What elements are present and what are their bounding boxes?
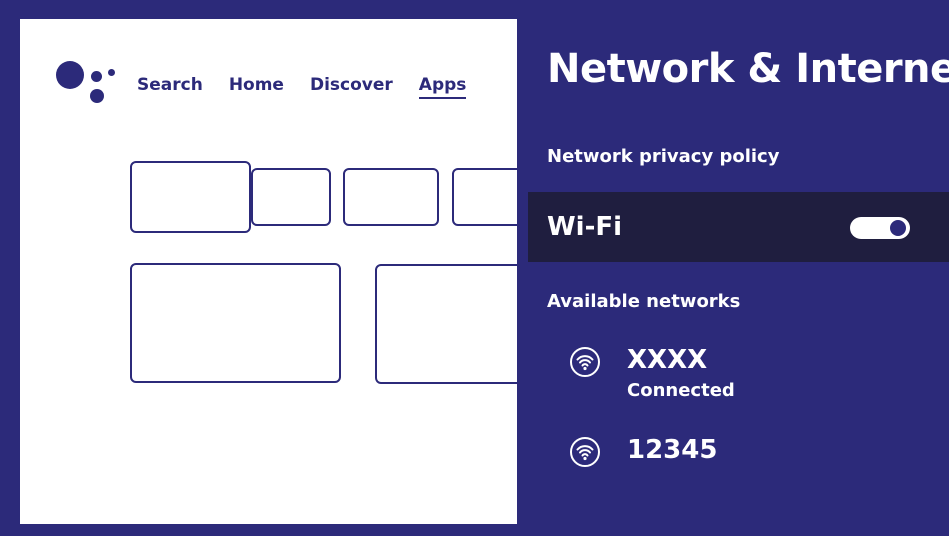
network-item[interactable]: XXXX Connected bbox=[569, 346, 869, 406]
wifi-icon bbox=[570, 437, 600, 467]
settings-panel: Network & Internet Network privacy polic… bbox=[517, 0, 949, 536]
content-tile[interactable] bbox=[343, 168, 439, 226]
nav-home[interactable]: Home bbox=[229, 75, 284, 99]
toggle-knob bbox=[890, 220, 906, 236]
content-tile[interactable] bbox=[452, 168, 517, 226]
network-name: 12345 bbox=[627, 435, 718, 465]
content-tile[interactable] bbox=[375, 264, 517, 384]
wifi-setting-row[interactable]: Wi-Fi bbox=[528, 192, 949, 262]
content-tile[interactable] bbox=[130, 161, 251, 233]
google-assistant-icon[interactable] bbox=[56, 61, 116, 111]
available-networks-heading: Available networks bbox=[547, 291, 741, 312]
nav-discover[interactable]: Discover bbox=[310, 75, 393, 99]
nav-apps[interactable]: Apps bbox=[418, 75, 467, 99]
wifi-toggle[interactable] bbox=[850, 217, 910, 239]
content-tile[interactable] bbox=[130, 263, 341, 383]
screen-frame: Search Home Discover Apps Network & Inte… bbox=[0, 0, 949, 536]
network-status: Connected bbox=[627, 380, 735, 401]
network-item[interactable]: 12345 bbox=[569, 436, 869, 472]
nav-search[interactable]: Search bbox=[137, 75, 203, 99]
tv-launcher: Search Home Discover Apps bbox=[20, 19, 517, 524]
network-name: XXXX bbox=[627, 345, 708, 375]
wifi-icon bbox=[570, 347, 600, 377]
wifi-label: Wi-Fi bbox=[547, 212, 623, 242]
content-tile[interactable] bbox=[251, 168, 331, 226]
panel-title: Network & Internet bbox=[547, 46, 949, 92]
network-privacy-policy-link[interactable]: Network privacy policy bbox=[547, 146, 779, 167]
top-nav: Search Home Discover Apps bbox=[137, 75, 467, 99]
